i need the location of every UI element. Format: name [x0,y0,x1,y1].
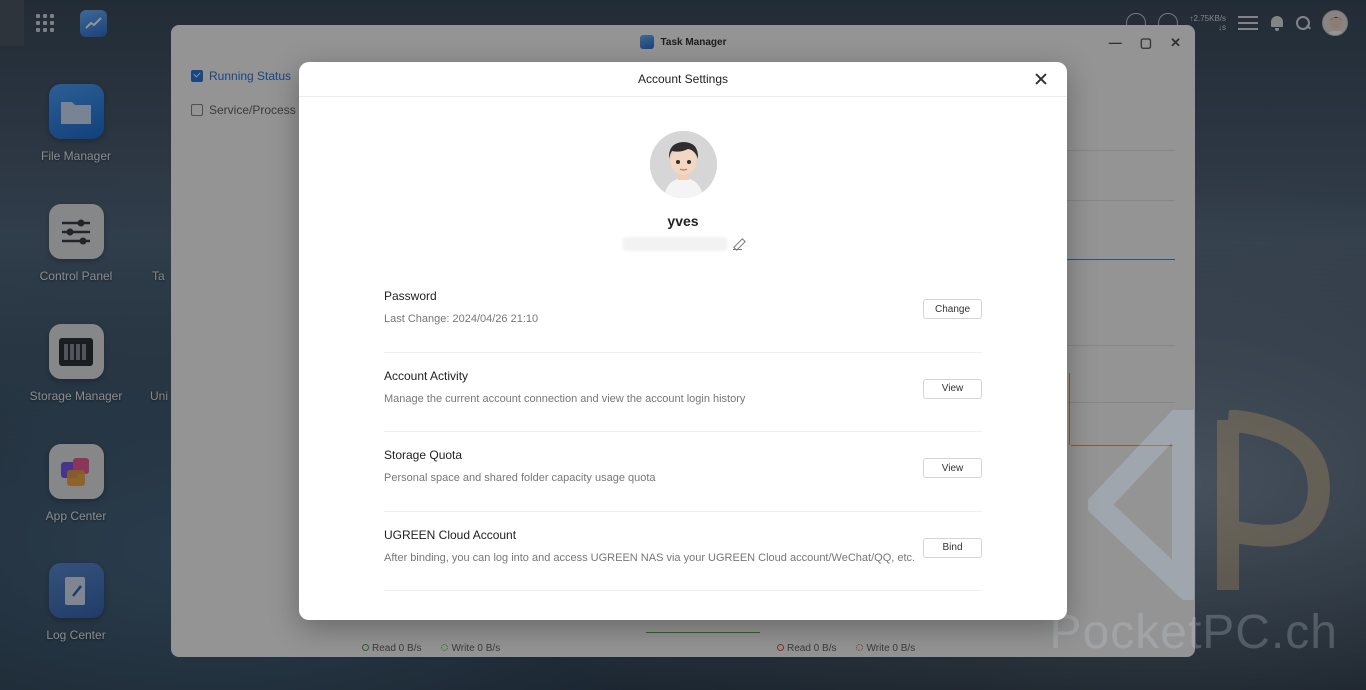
settings-row-cloud-account: UGREEN Cloud Account After binding, you … [384,512,982,591]
view-storage-quota-button[interactable]: View [923,458,982,478]
change-password-button[interactable]: Change [923,299,982,319]
row-description: Personal space and shared folder capacit… [384,472,656,484]
profile-section: yves [299,131,1067,251]
dialog-header: Account Settings [299,62,1067,97]
username: yves [667,213,699,229]
view-account-activity-button[interactable]: View [923,378,982,399]
settings-list: Password Last Change: 2024/04/26 21:10 C… [384,273,982,591]
settings-row-password: Password Last Change: 2024/04/26 21:10 C… [384,273,982,353]
account-settings-dialog: Account Settings yves Password Last Chan [299,62,1067,620]
row-title: Storage Quota [384,448,463,462]
row-description: Manage the current account connection an… [384,392,746,405]
row-description: Last Change: 2024/04/26 21:10 [384,313,539,325]
avatar[interactable] [649,131,717,198]
row-description: After binding, you can log into and acce… [384,551,916,564]
close-icon[interactable] [1033,71,1049,87]
bind-cloud-account-button[interactable]: Bind [923,537,982,558]
dialog-title: Account Settings [637,72,729,86]
watermark-text: PocketPC.ch [1049,606,1338,659]
user-description-redacted [622,237,727,251]
settings-row-storage-quota: Storage Quota Personal space and shared … [384,432,982,512]
row-title: Account Activity [384,368,469,383]
settings-row-account-activity: Account Activity Manage the current acco… [384,353,982,432]
watermark-logo [1088,410,1330,600]
user-description-row [622,237,744,251]
row-title: Password [384,289,437,303]
edit-icon[interactable] [732,239,744,250]
row-title: UGREEN Cloud Account [384,527,517,542]
